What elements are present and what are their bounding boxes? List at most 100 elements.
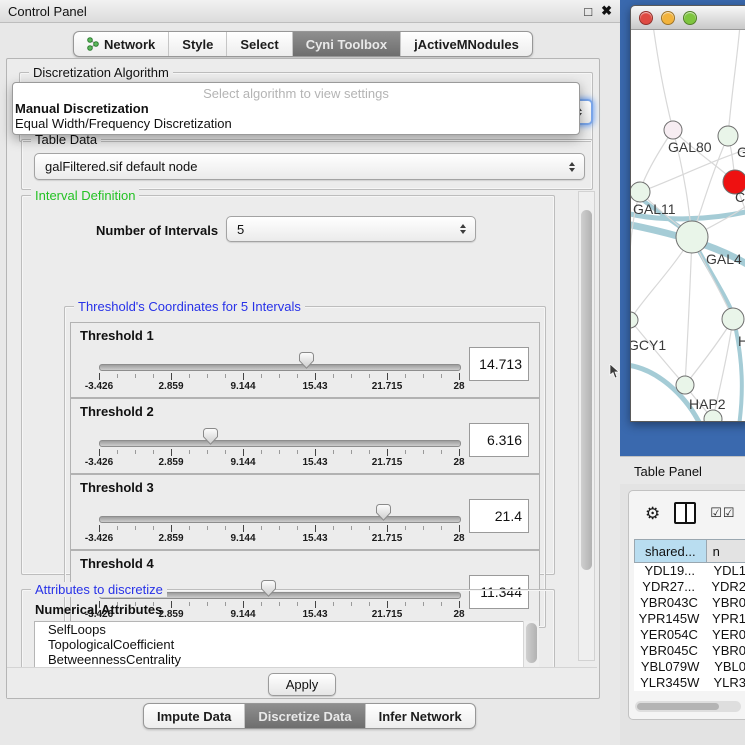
attribute-item-selfloops[interactable]: SelfLoops	[35, 622, 524, 637]
table-column-header-shared[interactable]: shared...	[634, 539, 707, 563]
attributes-group-title: Attributes to discretize	[31, 582, 167, 597]
slider-track[interactable]	[99, 440, 461, 447]
tab-style[interactable]: Style	[169, 32, 227, 56]
apply-button[interactable]: Apply	[268, 673, 336, 696]
algorithm-option-equal-width-frequency-discretization[interactable]: Equal Width/Frequency Discretization	[13, 116, 579, 131]
interval-definition-group-title: Interval Definition	[31, 188, 139, 203]
tab-bar: NetworkStyleSelectCyni ToolboxjActiveMNo…	[73, 31, 533, 57]
slider-thumb[interactable]	[203, 428, 218, 445]
threshold-label: Threshold 2	[80, 404, 154, 419]
cell-shared-name[interactable]: YPR145W	[634, 611, 704, 627]
table-data-combobox[interactable]: galFiltered.sif default node	[34, 153, 585, 180]
network-node[interactable]	[631, 182, 650, 202]
tick-label: 15.43	[302, 533, 327, 544]
table-row[interactable]: YDR27...YDR2	[634, 579, 745, 595]
network-window-titlebar[interactable]	[631, 6, 745, 30]
tab-label: Discretize Data	[258, 709, 351, 724]
slider-thumb[interactable]	[261, 580, 276, 597]
gear-icon[interactable]: ⚙	[645, 505, 660, 522]
vertical-scrollbar-thumb[interactable]	[581, 210, 592, 570]
attributes-list-scrollbar-thumb[interactable]	[526, 623, 537, 663]
number-of-intervals-combobox[interactable]: 5	[226, 216, 476, 242]
cell-shared-name[interactable]: YBR045C	[634, 643, 704, 659]
apply-row: Apply	[7, 667, 597, 698]
algorithm-option-manual-discretization[interactable]: Manual Discretization	[13, 101, 579, 116]
spinner-down-icon[interactable]	[569, 168, 575, 172]
tab-jactivemnodules[interactable]: jActiveMNodules	[401, 32, 532, 56]
network-node[interactable]	[676, 376, 694, 394]
network-node[interactable]	[631, 312, 638, 328]
close-window-icon[interactable]	[639, 11, 653, 25]
float-window-icon[interactable]: □	[584, 4, 592, 19]
threshold-value-field[interactable]: 6.316	[469, 423, 529, 457]
tab-select[interactable]: Select	[227, 32, 292, 56]
table-row[interactable]: YBL079WYBL0	[634, 659, 745, 675]
vertical-scrollbar[interactable]	[578, 191, 595, 661]
cell-shared-name[interactable]: YER054C	[634, 627, 704, 643]
table-row[interactable]: YPR145WYPR1	[634, 611, 745, 627]
network-edge[interactable]	[653, 30, 673, 130]
network-node-label: C	[735, 189, 745, 205]
network-node[interactable]	[664, 121, 682, 139]
cell-name[interactable]: YLR3	[705, 675, 745, 691]
bottom-tab-impute-data[interactable]: Impute Data	[144, 704, 245, 728]
zoom-window-icon[interactable]	[683, 11, 697, 25]
cell-name[interactable]: YDR2	[703, 579, 745, 595]
table-row[interactable]: YER054CYER0	[634, 627, 745, 643]
threshold-value-field[interactable]: 14.713	[469, 347, 529, 381]
select-columns-icons[interactable]: ☑☑	[710, 505, 735, 521]
columns-icon[interactable]	[674, 502, 696, 524]
table-panel-body: ⚙ ☑☑ shared...n YDL19...YDL1YDR27...YDR2…	[628, 490, 745, 720]
tab-cyni-toolbox[interactable]: Cyni Toolbox	[293, 32, 401, 56]
cell-name[interactable]: YBR0	[704, 643, 745, 659]
attribute-item-topologicalcoefficient[interactable]: TopologicalCoefficient	[35, 637, 524, 652]
slider-thumb[interactable]	[299, 352, 314, 369]
cell-shared-name[interactable]: YDL19...	[634, 563, 705, 579]
algorithm-placeholder-option[interactable]: Select algorithm to view settings	[13, 83, 579, 101]
bottom-tab-discretize-data[interactable]: Discretize Data	[245, 704, 365, 728]
network-node[interactable]	[676, 221, 708, 253]
table-row[interactable]: YDL19...YDL1	[634, 563, 745, 579]
bottom-tab-infer-network[interactable]: Infer Network	[366, 704, 475, 728]
tick-label: 2.859	[158, 381, 183, 392]
table-horizontal-scrollbar[interactable]	[635, 701, 741, 712]
cell-name[interactable]: YBL0	[706, 659, 745, 675]
cell-shared-name[interactable]: YLR345W	[634, 675, 705, 691]
cell-shared-name[interactable]: YBR043C	[634, 595, 704, 611]
table-row[interactable]: YBR043CYBR0	[634, 595, 745, 611]
network-edge[interactable]	[685, 237, 692, 385]
slider-thumb[interactable]	[376, 504, 391, 521]
threshold-label: Threshold 1	[80, 328, 154, 343]
table-horizontal-scrollbar-thumb[interactable]	[637, 703, 719, 710]
cell-name[interactable]: YER0	[704, 627, 745, 643]
cell-shared-name[interactable]: YDR27...	[634, 579, 703, 595]
table-row[interactable]: YBR045CYBR0	[634, 643, 745, 659]
tick-label: 15.43	[302, 381, 327, 392]
spinner-up-icon[interactable]	[460, 224, 466, 228]
cell-name[interactable]: YPR1	[704, 611, 745, 627]
cell-shared-name[interactable]: YBL079W	[634, 659, 706, 675]
attributes-list-scrollbar[interactable]	[523, 621, 539, 667]
spinner-up-icon[interactable]	[569, 162, 575, 166]
cell-name[interactable]: YDL1	[705, 563, 745, 579]
tab-network[interactable]: Network	[74, 32, 169, 56]
network-edge[interactable]	[685, 319, 733, 385]
network-node[interactable]	[718, 126, 738, 146]
table-column-header-n[interactable]: n	[707, 539, 745, 563]
slider-track[interactable]	[99, 516, 461, 523]
network-node[interactable]	[722, 308, 744, 330]
numerical-attributes-list[interactable]: SelfLoopsTopologicalCoefficientBetweenne…	[34, 621, 525, 669]
control-panel-titlebar: Control Panel □ ✖	[0, 0, 620, 23]
attribute-item-betweennesscentrality[interactable]: BetweennessCentrality	[35, 652, 524, 667]
network-canvas[interactable]: GAL80GCGAL11GAL4GCY1HHAP2	[631, 30, 745, 421]
minimize-window-icon[interactable]	[661, 11, 675, 25]
close-panel-icon[interactable]: ✖	[601, 3, 612, 19]
tick-label: 9.144	[230, 381, 255, 392]
cell-name[interactable]: YBR0	[704, 595, 745, 611]
threshold-value-field[interactable]: 21.4	[469, 499, 529, 533]
table-row[interactable]: YLR345WYLR3	[634, 675, 745, 691]
spinner-down-icon[interactable]	[460, 230, 466, 234]
network-node-label: GCY1	[631, 337, 666, 353]
slider-track[interactable]	[99, 364, 461, 371]
network-edge[interactable]	[728, 30, 740, 136]
